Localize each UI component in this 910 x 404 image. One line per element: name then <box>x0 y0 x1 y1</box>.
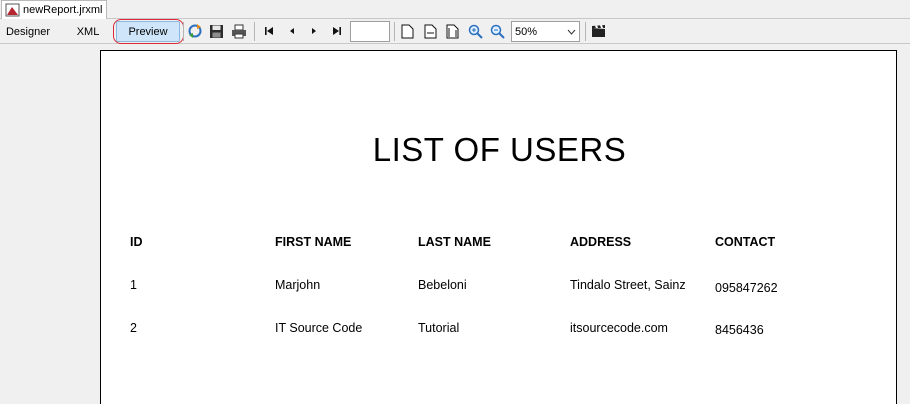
report-page: LIST OF USERS ID FIRST NAME LAST NAME AD… <box>100 50 897 404</box>
refresh-icon <box>188 24 202 38</box>
first-page-button[interactable] <box>260 22 278 40</box>
zoom-select[interactable]: 50% <box>511 21 580 42</box>
toolbar-separator <box>394 22 395 41</box>
column-header-id: ID <box>130 235 143 249</box>
cell-address: Tindalo Street, Sainz <box>570 278 686 292</box>
reload-button[interactable] <box>186 22 204 40</box>
toolbar: Designer XML Preview 50% <box>0 19 910 44</box>
last-page-button[interactable] <box>328 22 346 40</box>
zoom-out-button[interactable] <box>488 22 506 40</box>
cell-contact: 8456436 <box>715 323 764 337</box>
column-header-address: ADDRESS <box>570 235 632 249</box>
floppy-disk-icon <box>209 24 223 38</box>
column-header-last-name: LAST NAME <box>418 235 491 249</box>
cell-id: 1 <box>130 278 137 292</box>
next-page-button[interactable] <box>305 22 323 40</box>
fit-page-icon <box>424 24 436 38</box>
save-button[interactable] <box>207 22 225 40</box>
previous-page-button[interactable] <box>283 22 301 40</box>
zoom-value: 50% <box>515 25 538 38</box>
chevron-down-icon <box>567 29 576 35</box>
cell-contact: 095847262 <box>715 281 778 295</box>
last-page-icon <box>333 27 341 35</box>
actual-size-button[interactable] <box>398 22 416 40</box>
preview-area: LIST OF USERS ID FIRST NAME LAST NAME AD… <box>0 45 910 404</box>
file-tab[interactable]: newReport.jrxml <box>1 0 107 19</box>
designer-button[interactable]: Designer <box>2 21 54 42</box>
report-title: LIST OF USERS <box>372 131 627 168</box>
next-icon <box>312 28 316 34</box>
toolbar-separator <box>585 22 586 41</box>
print-button[interactable] <box>230 22 248 40</box>
zoom-in-button[interactable] <box>466 22 484 40</box>
clapperboard-icon <box>591 25 605 37</box>
column-header-contact: CONTACT <box>715 235 776 249</box>
page-number-input[interactable] <box>350 21 390 42</box>
cell-first-name: Marjohn <box>275 278 321 292</box>
xml-button[interactable]: XML <box>70 21 106 42</box>
previous-icon <box>290 28 294 34</box>
jasper-report-icon <box>5 3 20 17</box>
report-editor-window: newReport.jrxml Designer XML Preview 50%… <box>0 0 910 404</box>
report-settings-button[interactable] <box>589 22 607 40</box>
fit-width-button[interactable] <box>443 22 461 40</box>
cell-address: itsourcecode.com <box>570 321 668 335</box>
fit-width-icon <box>446 24 458 38</box>
column-header-first-name: FIRST NAME <box>275 235 352 249</box>
printer-icon <box>232 24 246 38</box>
zoom-out-icon <box>490 24 505 39</box>
page-icon <box>401 24 413 38</box>
cell-id: 2 <box>130 321 137 335</box>
first-page-icon <box>265 27 273 35</box>
zoom-in-icon <box>468 24 483 39</box>
preview-button[interactable]: Preview <box>116 21 180 42</box>
cell-first-name: IT Source Code <box>275 321 363 335</box>
toolbar-separator <box>183 22 184 41</box>
file-tab-label: newReport.jrxml <box>23 4 103 16</box>
toolbar-separator <box>254 22 255 41</box>
cell-last-name: Bebeloni <box>418 278 467 292</box>
cell-last-name: Tutorial <box>418 321 460 335</box>
editor-tab-bar: newReport.jrxml <box>0 0 910 19</box>
fit-page-button[interactable] <box>421 22 439 40</box>
